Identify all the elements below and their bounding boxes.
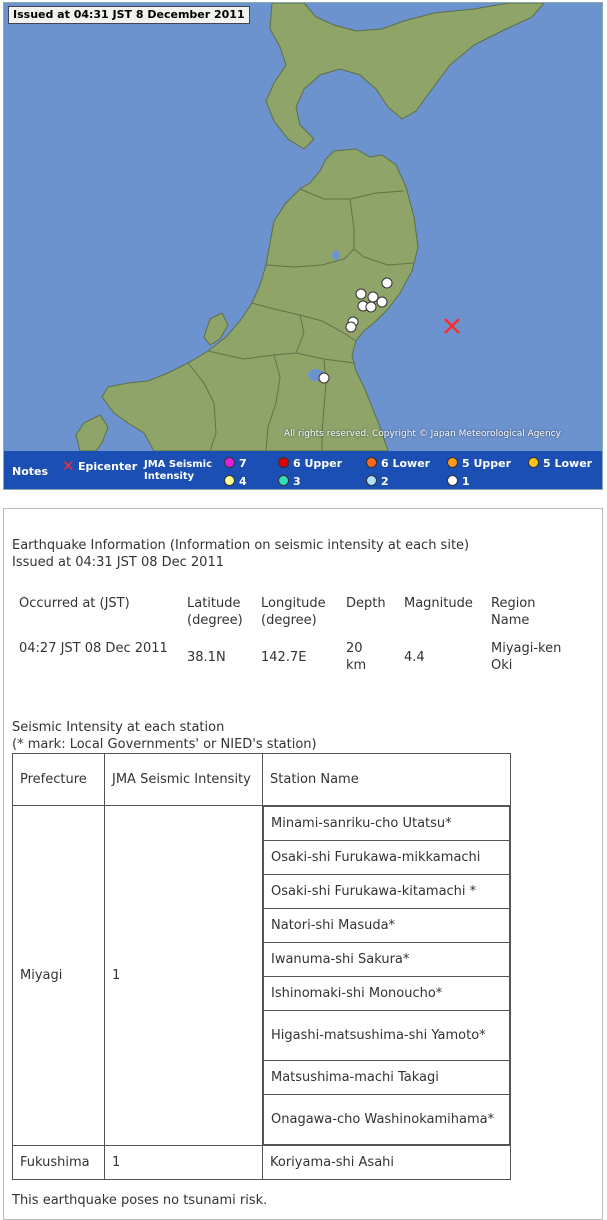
header-latitude: Latitude (degree)	[187, 596, 243, 628]
map-copyright: All rights reserved. Copyright © Japan M…	[284, 429, 561, 439]
station-name: Minami-sanriku-cho Utatsu*	[263, 806, 510, 841]
header-depth: Depth	[346, 596, 386, 611]
info-title-line1: Earthquake Information (Information on s…	[12, 538, 470, 553]
station-name: Ishinomaki-shi Monoucho*	[263, 976, 510, 1011]
quake-summary-table: Occurred at (JST) Latitude (degree) Long…	[12, 592, 584, 677]
station-list-table: Minami-sanriku-cho Utatsu* Osaki-shi Fur…	[263, 806, 510, 1145]
intensity-dot-icon	[224, 457, 235, 468]
quake-summary-header: Occurred at (JST) Latitude (degree) Long…	[12, 592, 584, 637]
legend-jma-line1: JMA Seismic	[144, 459, 213, 470]
station-name: Natori-shi Masuda*	[263, 908, 510, 943]
station-marker	[367, 291, 379, 303]
legend-swatch: 5 Lower	[528, 457, 592, 470]
header-station: Station Name	[262, 753, 511, 806]
intensity-dot-icon	[366, 457, 377, 468]
header-region: Region Name	[491, 596, 536, 628]
prefecture-name: Miyagi	[12, 805, 105, 1146]
header-prefecture: Prefecture	[12, 753, 105, 806]
station-marker	[365, 301, 377, 313]
station-title-line1: Seismic Intensity at each station	[12, 720, 225, 735]
prefecture-row: Fukushima 1 Koriyama-shi Asahi	[12, 1145, 511, 1180]
header-occurred: Occurred at (JST)	[19, 596, 130, 611]
station-name: Osaki-shi Furukawa-mikkamachi	[263, 840, 510, 875]
station-name: Osaki-shi Furukawa-kitamachi *	[263, 874, 510, 909]
info-title: Earthquake Information (Information on s…	[12, 537, 469, 571]
legend-notes-label: Notes	[12, 465, 49, 478]
value-latitude: 38.1N	[187, 649, 226, 665]
station-table-header: Prefecture JMA Seismic Intensity Station…	[12, 753, 511, 806]
station-name: Koriyama-shi Asahi	[262, 1145, 511, 1180]
legend-jma-label: JMA Seismic Intensity	[144, 459, 212, 483]
epicenter-icon: ✕	[62, 457, 75, 475]
map-legend: Notes ✕ Epicenter JMA Seismic Intensity …	[4, 451, 602, 489]
intensity-dot-icon	[278, 457, 289, 468]
header-longitude: Longitude (degree)	[261, 596, 326, 628]
intensity-dot-icon	[447, 457, 458, 468]
prefecture-intensity: 1	[104, 805, 263, 1146]
tsunami-notice: This earthquake poses no tsunami risk.	[12, 1193, 268, 1208]
header-intensity: JMA Seismic Intensity	[104, 753, 263, 806]
info-issued-time: Issued at 04:31 JST 08 Dec 2011	[12, 555, 224, 570]
station-title-line2: (* mark: Local Governments' or NIED's st…	[12, 737, 317, 752]
header-magnitude: Magnitude	[404, 596, 473, 611]
station-marker	[376, 296, 388, 308]
intensity-dot-icon	[366, 475, 377, 486]
legend-swatch: 5 Upper	[447, 457, 511, 470]
station-marker	[355, 288, 367, 300]
legend-epicenter-label: Epicenter	[78, 460, 138, 473]
value-occurred: 04:27 JST 08 Dec 2011	[19, 641, 168, 656]
legend-swatch: 4	[224, 475, 247, 488]
map-canvas	[4, 3, 602, 451]
value-depth: 20 km	[346, 641, 367, 673]
station-list: Minami-sanriku-cho Utatsu* Osaki-shi Fur…	[262, 805, 511, 1146]
station-table: Prefecture JMA Seismic Intensity Station…	[12, 753, 511, 1180]
value-longitude: 142.7E	[261, 649, 307, 665]
intensity-dot-icon	[528, 457, 539, 468]
legend-swatch: 1	[447, 475, 470, 488]
station-section-title: Seismic Intensity at each station (* mar…	[12, 719, 317, 753]
legend-jma-line2: Intensity	[144, 471, 195, 482]
lake	[332, 250, 340, 260]
station-name: Higashi-matsushima-shi Yamoto*	[263, 1010, 510, 1061]
prefecture-intensity: 1	[104, 1145, 263, 1180]
station-marker	[318, 372, 330, 384]
legend-swatch: 6 Lower	[366, 457, 430, 470]
legend-swatch: 6 Upper	[278, 457, 342, 470]
intensity-dot-icon	[224, 475, 235, 486]
earthquake-info-panel: Earthquake Information (Information on s…	[3, 508, 603, 1220]
map-issued-time: Issued at 04:31 JST 8 December 2011	[8, 6, 250, 24]
legend-swatch: 2	[366, 475, 389, 488]
value-magnitude: 4.4	[404, 649, 425, 665]
quake-summary-row: 04:27 JST 08 Dec 2011 38.1N 142.7E 20 km…	[12, 637, 584, 677]
legend-swatch: 3	[278, 475, 301, 488]
intensity-map: Issued at 04:31 JST 8 December 2011 All …	[3, 2, 603, 490]
lake	[373, 95, 379, 103]
intensity-dot-icon	[447, 475, 458, 486]
station-name: Iwanuma-shi Sakura*	[263, 942, 510, 977]
station-marker	[345, 321, 357, 333]
station-name: Matsushima-machi Takagi	[263, 1060, 510, 1095]
prefecture-name: Fukushima	[12, 1145, 105, 1180]
prefecture-row: Miyagi 1 Minami-sanriku-cho Utatsu* Osak…	[12, 805, 511, 1146]
intensity-dot-icon	[278, 475, 289, 486]
station-name: Onagawa-cho Washinokamihama*	[263, 1094, 510, 1145]
station-marker	[381, 277, 393, 289]
legend-swatch: 7	[224, 457, 247, 470]
value-region: Miyagi-ken Oki	[491, 641, 562, 673]
